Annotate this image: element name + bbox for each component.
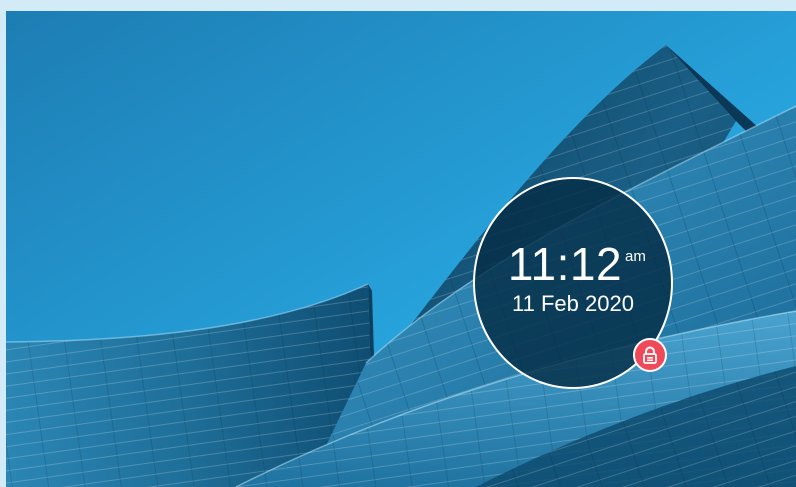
wallpaper-image (6, 11, 796, 487)
clock-ampm: am (625, 248, 646, 265)
clock-date: 11 Feb 2020 (512, 291, 634, 316)
wallpaper (6, 11, 796, 487)
screen-frame: 11:12 am 11 Feb 2020 (0, 0, 796, 487)
lock-button[interactable] (633, 338, 667, 372)
clock-time: 11:12 (507, 238, 623, 290)
lock-icon (643, 346, 657, 364)
